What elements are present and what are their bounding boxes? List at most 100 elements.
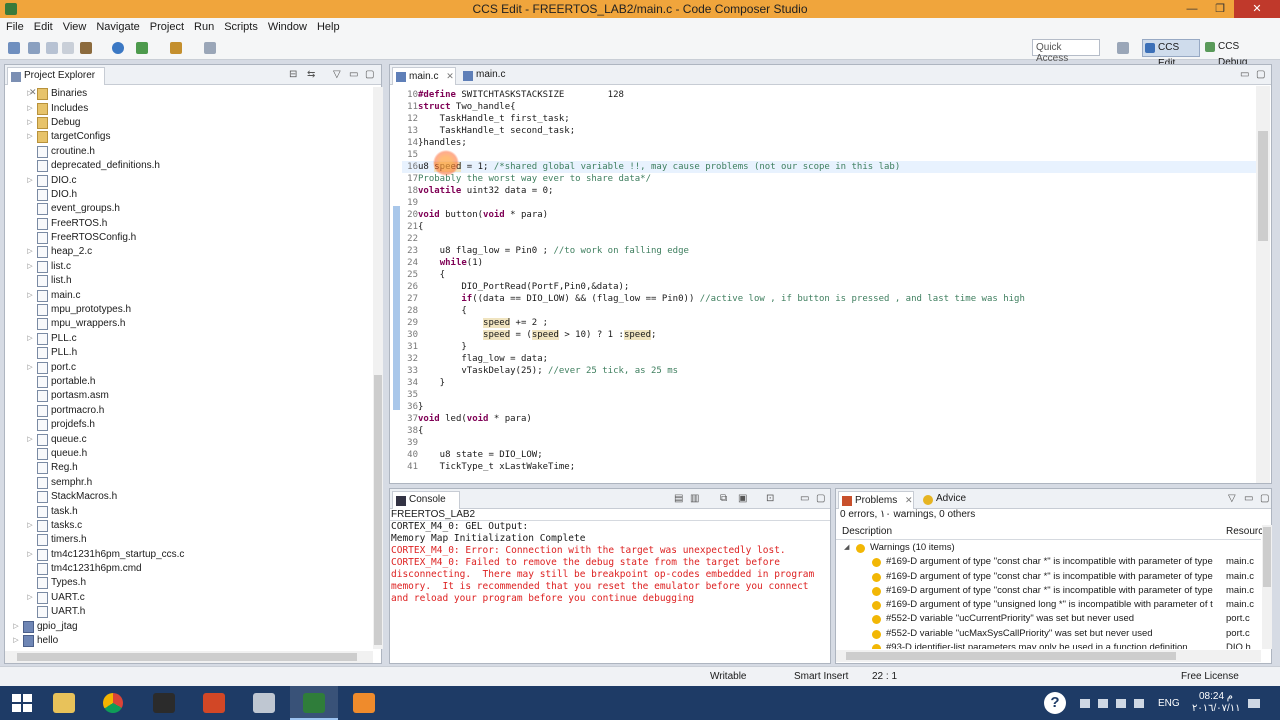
open-perspective-icon[interactable] [1117, 42, 1129, 54]
code-line[interactable]: 40 u8 state = DIO_LOW; [402, 449, 542, 461]
refresh-icon[interactable] [112, 42, 124, 54]
expand-arrow-icon[interactable]: ▷ [25, 433, 35, 447]
tree-item[interactable]: DIO.h [5, 188, 373, 202]
code-line[interactable]: 22 [402, 233, 418, 245]
view-menu-icon[interactable]: ▽ [1228, 493, 1236, 504]
tree-item[interactable]: list.h [5, 274, 373, 288]
taskbar-sublime[interactable] [340, 686, 388, 720]
explorer-hscrollbar[interactable] [5, 651, 373, 663]
minimize-console-icon[interactable]: ▭ [800, 493, 809, 504]
quick-access-input[interactable]: Quick Access [1032, 39, 1100, 64]
tree-item[interactable]: FreeRTOS.h [5, 217, 373, 231]
code-line[interactable]: 29 speed += 2 ; [402, 317, 548, 329]
code-line[interactable]: 11struct Two_handle{ [402, 101, 515, 113]
tab-main-c-1[interactable]: main.c ✕ [392, 67, 456, 85]
open-console-icon[interactable]: ⊡ [766, 493, 774, 504]
code-line[interactable]: 20void button(void * para) [402, 209, 548, 221]
tab-advice[interactable]: Advice [920, 491, 980, 509]
tab-console[interactable]: Console ✕ [392, 491, 460, 521]
code-line[interactable]: 28 { [402, 305, 467, 317]
tab-project-explorer[interactable]: Project Explorer ✕ [7, 67, 105, 97]
tray-up-icon[interactable] [1080, 699, 1090, 708]
close-tab-icon[interactable]: ✕ [446, 71, 454, 81]
explorer-scrollbar[interactable] [373, 87, 383, 649]
menu-navigate[interactable]: Navigate [92, 21, 143, 33]
code-line[interactable]: 12 TaskHandle_t first_task; [402, 113, 570, 125]
tree-item[interactable]: PLL.h [5, 346, 373, 360]
tree-item[interactable]: ▷ hello [5, 634, 373, 648]
minimize-button[interactable]: — [1178, 0, 1206, 18]
code-line[interactable]: 32 flag_low = data; [402, 353, 548, 365]
maximize-console-icon[interactable]: ▢ [816, 493, 825, 504]
maximize-view-icon[interactable]: ▢ [365, 69, 374, 80]
editor-scrollbar[interactable] [1256, 86, 1270, 483]
editor-scroll-thumb[interactable] [1258, 131, 1268, 241]
code-line[interactable]: 31 } [402, 341, 467, 353]
tools-icon[interactable] [170, 42, 182, 54]
expand-arrow-icon[interactable]: ▷ [25, 102, 35, 116]
code-line[interactable]: 27 if((data == DIO_LOW) && (flag_low == … [402, 293, 1025, 305]
problem-row[interactable]: #169-D argument of type "const char *" i… [836, 555, 1261, 569]
warnings-group[interactable]: ◢ Warnings (10 items) [836, 541, 1261, 555]
expand-arrow-icon[interactable]: ▷ [25, 289, 35, 303]
expand-arrow-icon[interactable]: ▷ [11, 620, 21, 634]
perspective-ccs-debug[interactable]: CCS Debug [1203, 39, 1269, 68]
code-line[interactable]: 33 vTaskDelay(25); //ever 25 tick, as 25… [402, 365, 678, 377]
tree-item[interactable]: ▷ UART.c [5, 591, 373, 605]
maximize-problems-icon[interactable]: ▢ [1260, 493, 1269, 504]
tree-item[interactable]: mpu_wrappers.h [5, 317, 373, 331]
tree-item[interactable]: tm4c1231h6pm.cmd [5, 562, 373, 576]
code-line[interactable]: 10#define SWITCHTASKSTACKSIZE 128 [402, 89, 624, 101]
tree-item[interactable]: task.h [5, 504, 373, 518]
expand-arrow-icon[interactable]: ▷ [25, 548, 35, 562]
close-tab-icon[interactable]: ✕ [905, 495, 913, 505]
expand-arrow-icon[interactable]: ▷ [25, 116, 35, 130]
menu-help[interactable]: Help [313, 21, 344, 33]
tree-item[interactable]: event_groups.h [5, 202, 373, 216]
help-icon[interactable]: ? [1044, 692, 1066, 714]
code-area[interactable]: 10#define SWITCHTASKSTACKSIZE 128 11struc… [390, 86, 1256, 483]
problem-row[interactable]: #169-D argument of type "unsigned long *… [836, 598, 1261, 612]
tree-item[interactable]: ▷ Includes [5, 101, 373, 115]
perspective-ccs-edit[interactable]: CCS Edit [1142, 39, 1200, 69]
tree-item[interactable]: ▷ DIO.c [5, 173, 373, 187]
tree-item[interactable]: ▷ tm4c1231h6pm_startup_ccs.c [5, 548, 373, 562]
code-line[interactable]: 13 TaskHandle_t second_task; [402, 125, 575, 137]
collapse-all-icon[interactable]: ⊟ [289, 69, 297, 80]
system-clock[interactable]: 08:24 م ٢٠١٦/٠٧/١١ [1192, 691, 1241, 715]
code-line[interactable]: 34 } [402, 377, 445, 389]
code-line[interactable]: 15 [402, 149, 418, 161]
expand-arrow-icon[interactable]: ▷ [25, 130, 35, 144]
new-icon[interactable] [8, 42, 20, 54]
tree-item[interactable]: Types.h [5, 576, 373, 590]
tree-item[interactable]: ▷ heap_2.c [5, 245, 373, 259]
code-line[interactable]: 19 [402, 197, 418, 209]
tree-item[interactable]: StackMacros.h [5, 490, 373, 504]
problem-row[interactable]: #169-D argument of type "const char *" i… [836, 584, 1261, 598]
menu-file[interactable]: File [2, 21, 28, 33]
tree-item[interactable]: mpu_prototypes.h [5, 303, 373, 317]
volume-icon[interactable] [1134, 699, 1144, 708]
scroll-lock-icon[interactable]: ▥ [690, 493, 699, 504]
code-line[interactable]: 23 u8 flag_low = Pin0 ; //to work on fal… [402, 245, 689, 257]
problems-hscroll-thumb[interactable] [846, 652, 1176, 660]
code-line[interactable]: 26 DIO_PortRead(PortF,Pin0,&data); [402, 281, 629, 293]
notifications-icon[interactable] [1248, 699, 1260, 708]
expand-arrow-icon[interactable]: ▷ [11, 634, 21, 648]
problems-scroll-thumb[interactable] [1263, 527, 1271, 587]
expand-arrow-icon[interactable]: ▷ [25, 361, 35, 375]
problems-hscrollbar[interactable] [836, 650, 1261, 662]
close-button[interactable]: ✕ [1234, 0, 1280, 18]
expand-arrow-icon[interactable]: ▷ [25, 87, 35, 101]
problem-row[interactable]: #169-D argument of type "const char *" i… [836, 570, 1261, 584]
problem-row[interactable]: #552-D variable "ucCurrentPriority" was … [836, 612, 1261, 626]
explorer-scroll-thumb[interactable] [374, 375, 382, 645]
tree-item[interactable]: portasm.asm [5, 389, 373, 403]
tree-item[interactable]: queue.h [5, 447, 373, 461]
tree-item[interactable]: ▷ port.c [5, 360, 373, 374]
code-line[interactable]: 24 while(1) [402, 257, 483, 269]
battery-icon[interactable] [1116, 699, 1126, 708]
taskbar-file-explorer[interactable] [40, 686, 88, 720]
code-line[interactable]: 39 [402, 437, 418, 449]
code-line[interactable]: 18volatile uint32 data = 0; [402, 185, 553, 197]
